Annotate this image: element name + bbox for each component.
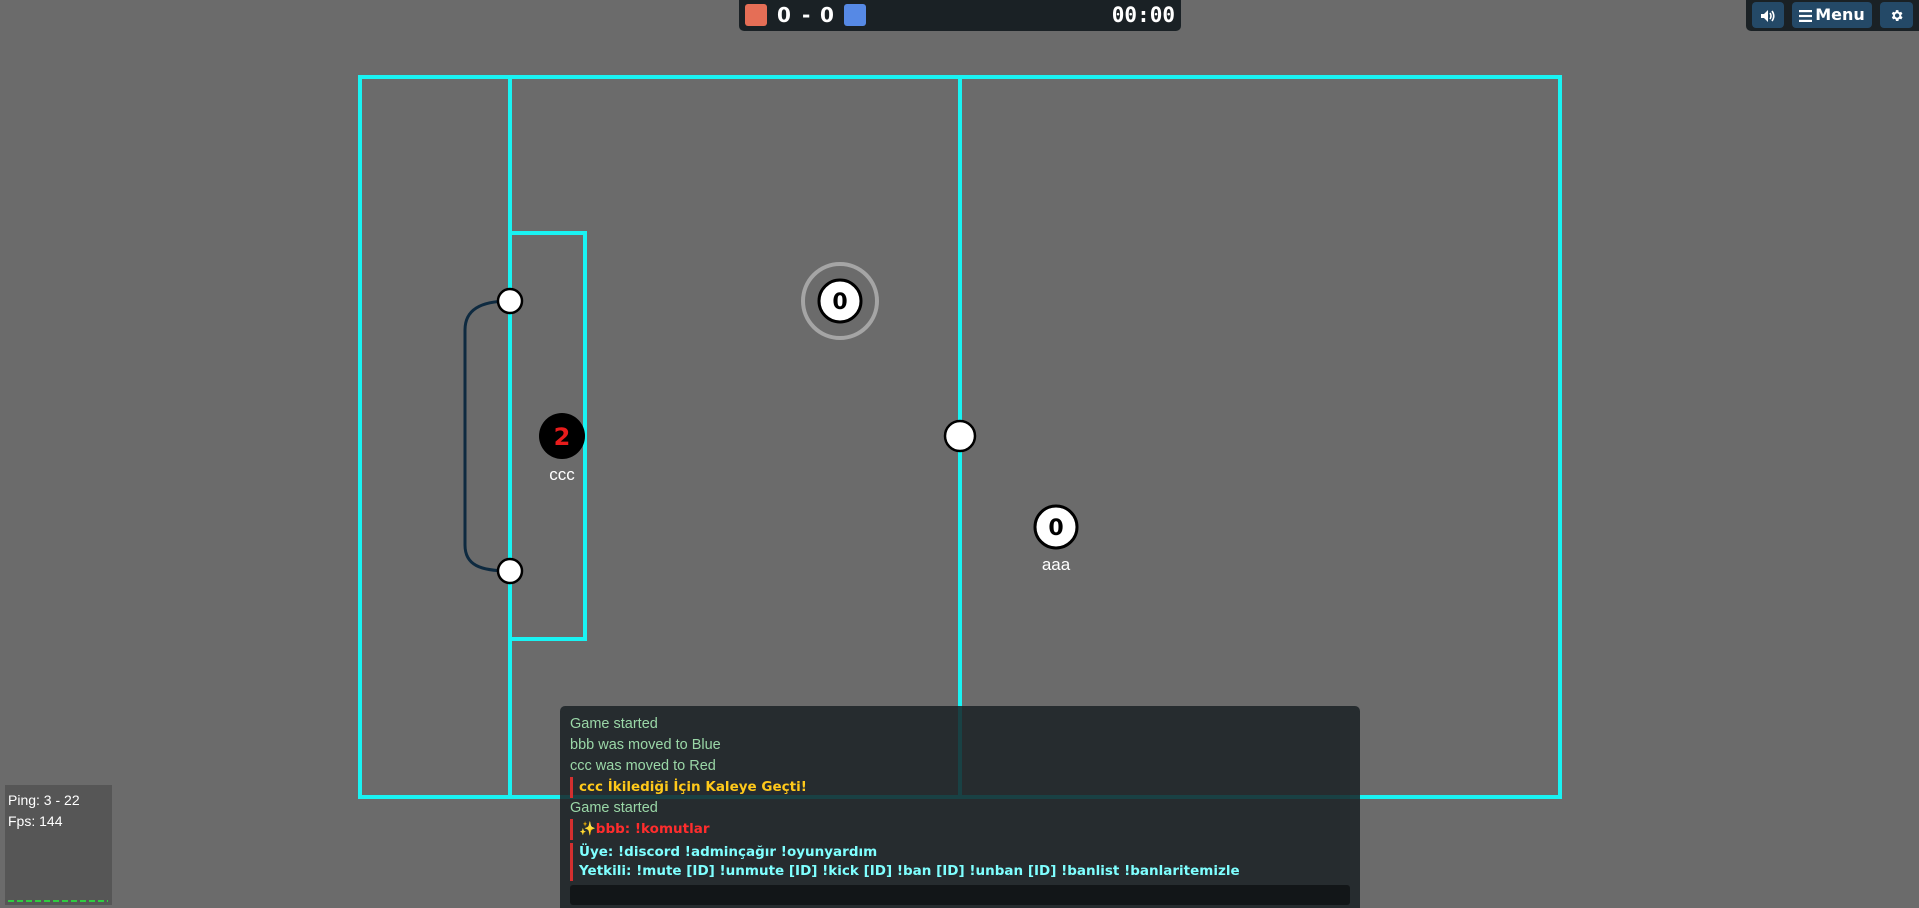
red-score: 0 <box>777 3 791 27</box>
goal-post-top <box>496 287 524 315</box>
sound-button[interactable] <box>1752 2 1784 28</box>
player-ccc-number: 2 <box>554 423 571 451</box>
chat-log: Game started bbb was moved to Blue ccc w… <box>570 714 1350 884</box>
red-team-indicator <box>745 4 767 26</box>
menu-button[interactable]: Menu <box>1792 2 1872 28</box>
settings-button[interactable] <box>1880 2 1913 28</box>
match-timer: 00:00 <box>1111 3 1175 27</box>
player-name-ccc: ccc <box>549 465 575 484</box>
chat-message: Game started <box>570 800 658 816</box>
score-separator: - <box>802 3 811 27</box>
ping-readout: Ping: 3 - 22 <box>8 792 80 808</box>
chat-input[interactable] <box>570 885 1350 905</box>
performance-stats: Ping: 3 - 22 Fps: 144 <box>5 785 112 905</box>
chat-announcement-block: Üye: !discord !adminçağır !oyunyardım Ye… <box>570 843 1350 881</box>
goal-post-bottom <box>496 557 524 585</box>
scoreboard: 0 - 0 00:00 <box>739 0 1181 31</box>
chat-announcement: ccc İkilediği İçin Kaleye Geçti! <box>570 777 1350 798</box>
chat-announcement: ✨bbb: !komutlar <box>570 819 1350 840</box>
blue-score: 0 <box>820 3 834 27</box>
blue-team-indicator <box>844 4 866 26</box>
speaker-icon <box>1761 9 1775 22</box>
chat-message: Game started <box>570 716 658 732</box>
player-aaa-number: 0 <box>1048 516 1063 541</box>
chat-panel: Game started bbb was moved to Blue ccc w… <box>560 706 1360 908</box>
player-name-aaa: aaa <box>1041 555 1071 574</box>
chat-message: ccc was moved to Red <box>570 758 716 774</box>
hamburger-icon <box>1799 9 1813 22</box>
center-post <box>943 419 977 453</box>
fps-readout: Fps: 144 <box>8 813 63 829</box>
chat-announcement: Yetkili: !mute [ID] !unmute [ID] !kick [… <box>579 863 1240 879</box>
goal-net <box>463 299 511 573</box>
ball-number: 0 <box>832 290 847 315</box>
chat-message: bbb was moved to Blue <box>570 737 721 753</box>
gear-icon <box>1891 10 1903 21</box>
top-right-toolbar: Menu <box>1746 0 1919 31</box>
game-stage: 0 2 0 ccc aaa 0 - 0 00:00 Menu Ping: 3 -… <box>0 0 1919 908</box>
chat-announcement: Üye: !discord !adminçağır !oyunyardım <box>579 844 878 860</box>
fps-graph <box>8 900 108 902</box>
menu-button-label: Menu <box>1815 5 1865 24</box>
